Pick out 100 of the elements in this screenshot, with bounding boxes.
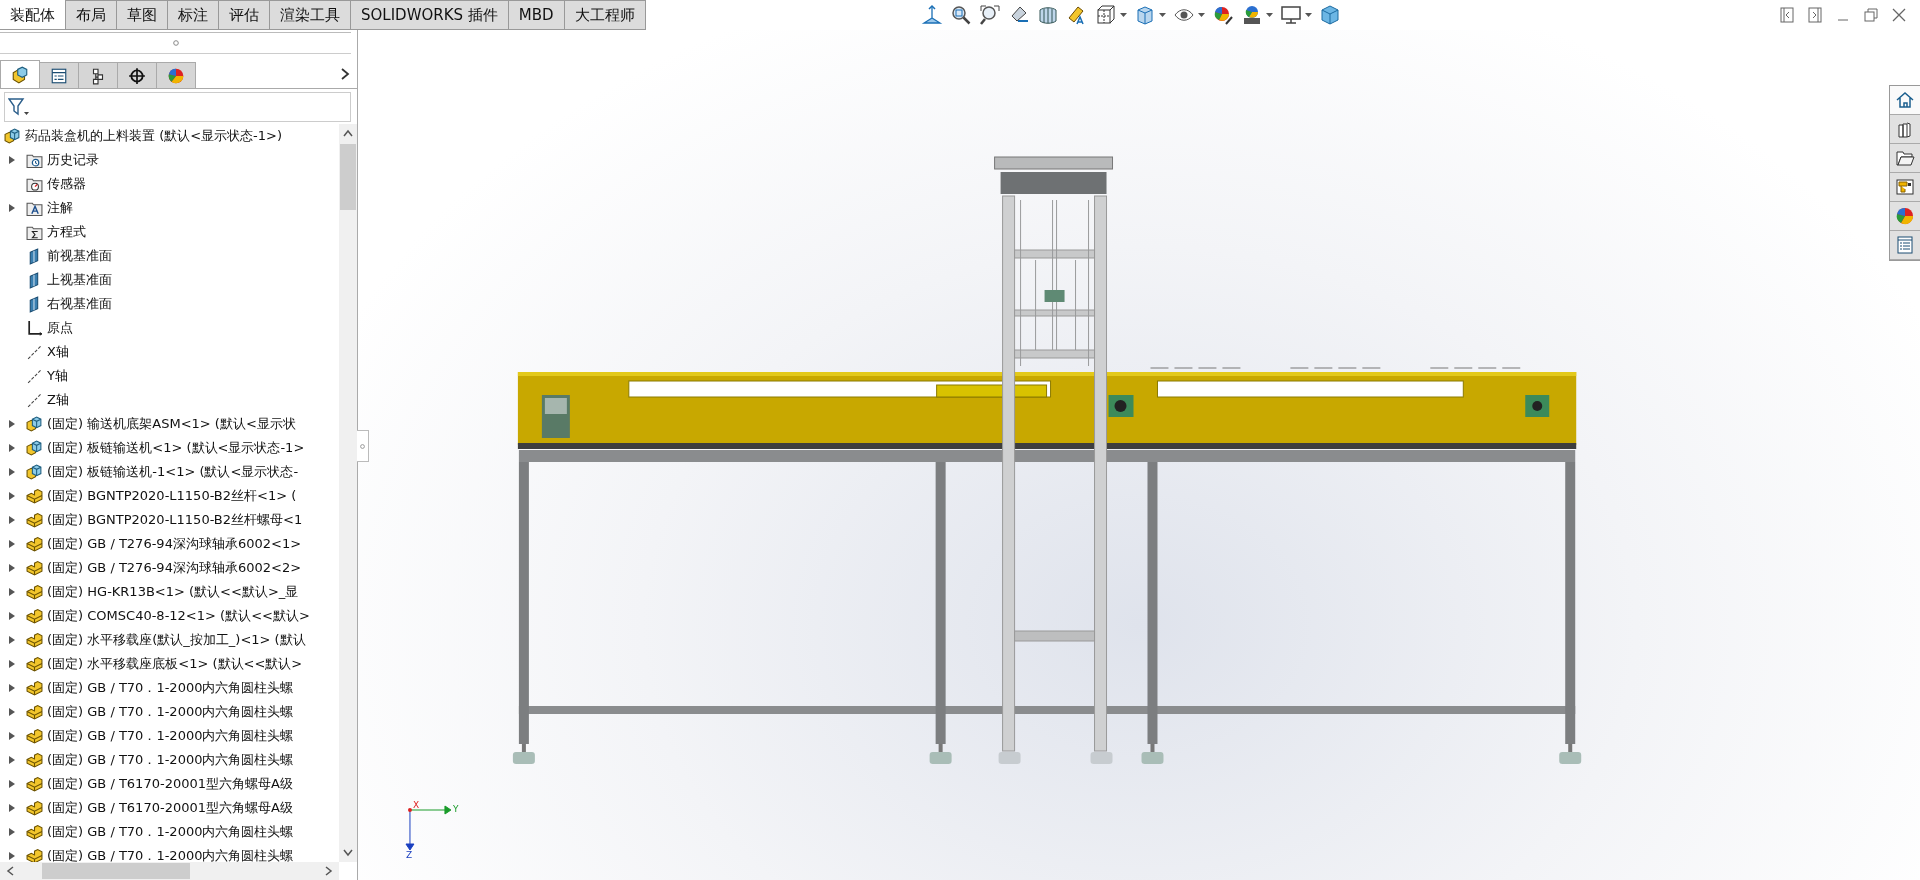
scroll-right-icon[interactable] <box>325 866 333 876</box>
tree-item[interactable]: (固定) GB / T276-94深沟球轴承6002<1> <box>47 535 302 553</box>
chevron-right-icon[interactable] <box>339 66 351 82</box>
zoom-fit-icon[interactable] <box>949 4 972 26</box>
panel-tab[interactable] <box>39 62 79 88</box>
tree-item[interactable]: X轴 <box>47 343 69 361</box>
expand-arrow-icon[interactable] <box>8 731 16 741</box>
tree-item[interactable]: (固定) 板链输送机<1> (默认<显示状态-1> <box>47 439 305 457</box>
tree-item[interactable]: Z轴 <box>47 391 69 409</box>
expand-arrow-icon[interactable] <box>8 467 16 477</box>
tree-item[interactable]: 药品装盒机的上料装置 (默认<显示状态-1>) <box>25 127 283 145</box>
part-icon <box>26 583 43 601</box>
axis-label: X <box>412 800 420 810</box>
ribbon-tab[interactable]: MBD <box>507 0 565 29</box>
tree-item[interactable]: (固定) GB / T276-94深沟球轴承6002<2> <box>47 559 302 577</box>
ribbon-tab[interactable]: SOLIDWORKS 插件 <box>350 0 509 29</box>
ribbon-tab[interactable]: 渲染工具 <box>269 0 351 29</box>
assembly-icon <box>26 463 43 481</box>
tree-item[interactable]: (固定) BGNTP2020-L1150-B2丝杆<1> ( <box>47 487 297 505</box>
expand-arrow-icon[interactable] <box>8 515 16 525</box>
scroll-left-icon[interactable] <box>6 866 14 876</box>
restore-icon[interactable] <box>1862 6 1880 24</box>
tree-item[interactable]: (固定) 水平移载座底板<1> (默认<<默认> <box>47 655 303 673</box>
vertical-scrollbar[interactable] <box>339 124 357 862</box>
tree-item[interactable]: 方程式 <box>47 223 86 241</box>
panel-tab[interactable] <box>0 60 40 88</box>
expand-arrow-icon[interactable] <box>8 539 16 549</box>
tree-item[interactable]: 上视基准面 <box>47 271 112 289</box>
tree-item[interactable]: (固定) BGNTP2020-L1150-B2丝杆螺母<1 <box>47 511 303 529</box>
tree-item[interactable]: (固定) GB / T70．1-2000内六角圆柱头螺 <box>47 679 294 697</box>
caret-icon[interactable] <box>1197 12 1205 18</box>
expand-arrow-icon[interactable] <box>8 563 16 573</box>
expand-arrow-icon[interactable] <box>8 755 16 765</box>
tree-item[interactable]: (固定) HG-KR13B<1> (默认<<默认>_显 <box>47 583 299 601</box>
tree-item[interactable]: 原点 <box>47 319 73 337</box>
tree-item[interactable]: (固定) GB / T70．1-2000内六角圆柱头螺 <box>47 703 294 721</box>
panel-tab[interactable] <box>78 62 118 88</box>
tree-item[interactable]: (固定) COMSC40-8-12<1> (默认<<默认> <box>47 607 310 625</box>
tree-item[interactable]: (固定) GB / T6170-20001型六角螺母A级 <box>47 775 293 793</box>
part-icon <box>26 631 43 649</box>
scroll-down-icon[interactable] <box>343 849 353 857</box>
tree-item[interactable]: (固定) GB / T70．1-2000内六角圆柱头螺 <box>47 727 294 745</box>
expand-arrow-icon[interactable] <box>8 827 16 837</box>
expand-arrow-icon[interactable] <box>8 587 16 597</box>
expand-arrow-icon[interactable] <box>8 683 16 693</box>
axis-arrows-icon[interactable] <box>920 4 943 26</box>
folder-icon[interactable] <box>1890 144 1920 173</box>
tree-item[interactable]: (固定) 板链输送机-1<1> (默认<显示状态- <box>47 463 299 481</box>
expand-arrow-icon[interactable] <box>8 611 16 621</box>
view-orientation-icon[interactable] <box>1094 4 1117 26</box>
tree-item[interactable]: (固定) 水平移载座(默认_按加工_)<1> (默认 <box>47 631 306 649</box>
caret-icon[interactable] <box>1158 12 1166 18</box>
tree-item[interactable]: (固定) 输送机底架ASM<1> (默认<显示状 <box>47 415 296 433</box>
ribbon-tab[interactable]: 草图 <box>116 0 168 29</box>
tree-item[interactable]: (固定) GB / T6170-20001型六角螺母A级 <box>47 799 293 817</box>
panel-tab[interactable] <box>117 62 157 88</box>
panel-right-icon[interactable] <box>1806 6 1824 24</box>
expand-arrow-icon[interactable] <box>8 779 16 789</box>
grip-icon[interactable] <box>172 40 179 46</box>
zoom-area-icon[interactable] <box>978 4 1001 26</box>
expand-arrow-icon[interactable] <box>8 443 16 453</box>
home-icon[interactable] <box>1890 86 1920 115</box>
tree-item[interactable]: 右视基准面 <box>47 295 112 313</box>
tree-item[interactable]: (固定) GB / T70．1-2000内六角圆柱头螺 <box>47 823 294 841</box>
ribbon-tab[interactable]: 评估 <box>218 0 270 29</box>
tree-item[interactable]: 传感器 <box>47 175 86 193</box>
collapse-handle[interactable] <box>357 430 369 462</box>
caret-icon[interactable] <box>1119 12 1127 18</box>
caret-icon[interactable] <box>1304 12 1312 18</box>
tree-item[interactable]: (固定) GB / T70．1-2000内六角圆柱头螺 <box>47 847 294 862</box>
tree-item[interactable]: 注解 <box>47 199 73 217</box>
properties-icon[interactable] <box>1890 231 1920 260</box>
tree-item[interactable]: (固定) GB / T70．1-2000内六角圆柱头螺 <box>47 751 294 769</box>
scroll-thumb[interactable] <box>340 144 356 210</box>
expand-arrow-icon[interactable] <box>8 635 16 645</box>
ribbon-tab[interactable]: 大工程师 <box>563 0 646 29</box>
expand-arrow-icon[interactable] <box>8 803 16 813</box>
cube-icon[interactable] <box>1318 4 1341 26</box>
ribbon-tab[interactable]: 布局 <box>65 0 117 29</box>
expand-arrow-icon[interactable] <box>8 707 16 717</box>
scroll-up-icon[interactable] <box>343 129 353 137</box>
tree-tab-icon <box>11 65 29 84</box>
horizontal-scrollbar[interactable] <box>0 862 339 880</box>
tree-item[interactable]: 前视基准面 <box>47 247 112 265</box>
panel-left-icon[interactable] <box>1778 6 1796 24</box>
expand-arrow-icon[interactable] <box>8 851 16 861</box>
expand-arrow-icon[interactable] <box>8 419 16 429</box>
scroll-thumb[interactable] <box>42 863 190 879</box>
expand-arrow-icon[interactable] <box>8 659 16 669</box>
expand-arrow-icon[interactable] <box>8 491 16 501</box>
expand-arrow-icon[interactable] <box>8 203 16 213</box>
tree-item[interactable]: 历史记录 <box>47 151 99 169</box>
books-icon[interactable] <box>1890 115 1920 144</box>
ribbon-tab[interactable]: 标注 <box>167 0 219 29</box>
monitor-icon[interactable] <box>1279 4 1302 26</box>
filter-field[interactable] <box>4 92 351 122</box>
close-icon[interactable] <box>1890 6 1908 24</box>
tree-item[interactable]: Y轴 <box>47 367 68 385</box>
caret-icon[interactable] <box>1265 12 1273 18</box>
expand-arrow-icon[interactable] <box>8 155 16 165</box>
